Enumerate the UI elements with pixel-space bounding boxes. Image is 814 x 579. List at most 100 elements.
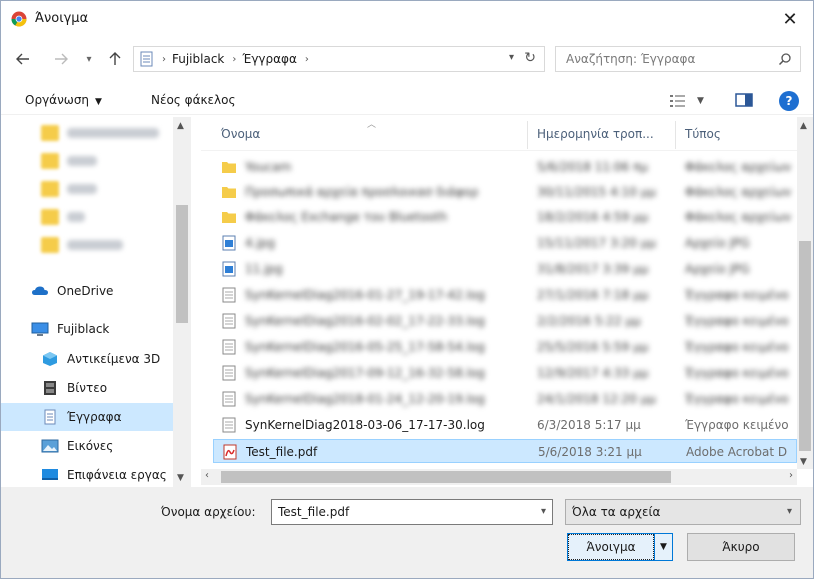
file-row-log[interactable]: SynKernelDiag2016-02-02_17-22-33.log 2/2… (213, 309, 797, 333)
preview-pane-icon[interactable] (735, 92, 753, 108)
folder-icon (222, 187, 236, 198)
chevron-right-icon[interactable]: › (789, 470, 793, 481)
search-placeholder: Αναζήτηση: Έγγραφα (566, 52, 696, 66)
file-list: ︿ Όνομα Ημερομηνία τροπ... Τύπος Youcam … (201, 117, 813, 487)
cancel-button[interactable]: Άκυρο (687, 533, 795, 561)
column-header-name[interactable]: Όνομα (221, 127, 260, 141)
sidebar-item-label: Αντικείμενα 3D (67, 352, 161, 366)
list-view-icon (670, 95, 685, 107)
file-date: 31/8/2017 3:39 μμ (537, 262, 649, 276)
file-type-value: Όλα τα αρχεία (572, 505, 661, 519)
file-row-log[interactable]: SynKernelDiag2018-01-24_12-20-19.log 24/… (213, 387, 797, 411)
file-list-horizontal-scrollbar[interactable]: ‹ › (201, 469, 797, 485)
help-button[interactable]: ? (779, 91, 799, 111)
column-divider[interactable] (527, 121, 528, 149)
open-split-button: Άνοιγμα ▼ (567, 533, 673, 561)
open-options-button[interactable]: ▼ (654, 534, 672, 560)
file-row-log[interactable]: SynKernelDiag2016-01-27_19-17-42.log 27/… (213, 283, 797, 307)
organize-button[interactable]: Οργάνωση ▼ (25, 93, 102, 107)
chevron-left-icon[interactable]: ‹ (205, 470, 209, 481)
folder-icon (41, 153, 59, 169)
sidebar-item-blurred-3[interactable] (1, 175, 173, 203)
chevron-down-icon[interactable]: ▼ (177, 473, 184, 483)
navigation-pane-scrollbar[interactable]: ▲ ▼ (173, 117, 191, 487)
chevron-up-icon[interactable]: ▲ (800, 121, 807, 131)
sidebar-item-blurred-2[interactable] (1, 147, 173, 175)
file-row-folder[interactable]: Youcam 5/6/2018 11:06 πμ Φάκελος αρχείων (213, 155, 797, 179)
arrow-right-icon (55, 53, 68, 65)
sidebar-item-onedrive[interactable]: OneDrive (1, 277, 173, 305)
sidebar-item-label: Εικόνες (67, 439, 114, 453)
chevron-up-icon[interactable]: ▲ (177, 121, 184, 131)
file-name: Test_file.pdf (246, 445, 318, 459)
file-row-image[interactable]: 11.jpg 31/8/2017 3:39 μμ Αρχείο JPG (213, 257, 797, 281)
file-row-folder[interactable]: Προσωπικά αρχεία προσλοικασ διάφορ 30/11… (213, 180, 797, 204)
scrollbar-thumb[interactable] (176, 205, 188, 323)
breadcrumb-documents[interactable]: Έγγραφα (242, 52, 297, 66)
close-button[interactable]: ✕ (767, 1, 813, 37)
navigation-bar: ▾ › Fujiblack › Έγγραφα › ▾ ↻ Αναζήτηση:… (1, 41, 813, 77)
image-file-icon (222, 261, 236, 277)
sidebar-item-documents[interactable]: Έγγραφα (1, 403, 173, 431)
file-date: 25/5/2016 5:59 μμ (537, 340, 649, 354)
sidebar-item-fujiblack[interactable]: Fujiblack (1, 315, 173, 343)
breadcrumb-fujiblack[interactable]: Fujiblack (172, 52, 224, 66)
text-file-icon (222, 287, 236, 303)
file-type-select[interactable]: Όλα τα αρχεία ▾ (565, 499, 801, 525)
column-divider[interactable] (675, 121, 676, 149)
file-type: Έγγραφο κειμένο (685, 288, 789, 302)
sidebar-item-blurred-1[interactable] (1, 119, 173, 147)
open-button[interactable]: Άνοιγμα (568, 534, 654, 560)
scrollbar-thumb[interactable] (799, 241, 811, 451)
file-name: SynKernelDiag2018-03-06_17-17-30.log (245, 418, 485, 432)
file-list-vertical-scrollbar[interactable]: ▲ ▼ (797, 117, 813, 469)
file-row-pdf-selected[interactable]: Test_file.pdf 5/6/2018 3:21 μμ Adobe Acr… (213, 439, 797, 463)
command-bar: Οργάνωση ▼ Νέος φάκελος ▼ ? (1, 85, 813, 115)
up-button[interactable] (105, 49, 125, 69)
forward-button[interactable] (51, 49, 71, 69)
sidebar-item-pictures[interactable]: Εικόνες (1, 432, 173, 460)
recent-locations-button[interactable]: ▾ (79, 49, 99, 69)
change-view-button[interactable]: ▼ (669, 92, 713, 110)
scrollbar-thumb[interactable] (221, 471, 671, 483)
chevron-down-icon[interactable]: ▼ (800, 457, 807, 467)
address-bar[interactable]: › Fujiblack › Έγγραφα › ▾ ↻ (133, 46, 545, 72)
file-name: SynKernelDiag2016-05-25_17-58-54.log (245, 340, 485, 354)
chevron-down-icon[interactable]: ▾ (541, 506, 546, 517)
file-row-log[interactable]: SynKernelDiag2016-05-25_17-58-54.log 25/… (213, 335, 797, 359)
file-name: SynKernelDiag2016-02-02_17-22-33.log (245, 314, 485, 328)
file-type: Φάκελος αρχείων (685, 185, 791, 199)
sidebar-item-videos[interactable]: Βίντεο (1, 374, 173, 402)
file-row-log[interactable]: SynKernelDiag2017-09-12_16-32-58.log 12/… (213, 361, 797, 385)
new-folder-button[interactable]: Νέος φάκελος (151, 93, 236, 107)
file-row-log[interactable]: SynKernelDiag2018-03-06_17-17-30.log 6/3… (213, 413, 797, 437)
arrow-up-icon (109, 52, 121, 65)
file-name: 4.jpg (245, 236, 276, 250)
sidebar-item-blurred-5[interactable] (1, 231, 173, 259)
file-row-folder[interactable]: Φάκελος Exchange του Bluetooth 18/2/2016… (213, 205, 797, 229)
sidebar-item-3d-objects[interactable]: Αντικείμενα 3D (1, 345, 173, 373)
computer-icon (31, 322, 49, 336)
documents-folder-icon (140, 51, 153, 67)
sidebar-item-blurred-4[interactable] (1, 203, 173, 231)
blurred-label (67, 156, 97, 166)
filename-value: Test_file.pdf (278, 505, 350, 519)
column-header-date[interactable]: Ημερομηνία τροπ... (537, 127, 654, 141)
back-button[interactable] (13, 49, 33, 69)
file-date: 18/2/2016 4:59 μμ (537, 210, 649, 224)
file-date: 2/2/2016 5:22 μμ (537, 314, 641, 328)
address-dropdown-icon[interactable]: ▾ (509, 52, 514, 63)
sidebar-item-desktop[interactable]: Επιφάνεια εργας (1, 461, 173, 489)
chevron-down-icon: ▼ (697, 96, 704, 106)
file-row-image[interactable]: 4.jpg 15/11/2017 3:20 μμ Αρχείο JPG (213, 231, 797, 255)
column-header-type[interactable]: Τύπος (685, 127, 721, 141)
search-input[interactable]: Αναζήτηση: Έγγραφα (555, 46, 801, 72)
refresh-icon[interactable]: ↻ (524, 50, 536, 66)
filename-input[interactable]: Test_file.pdf ▾ (271, 499, 553, 525)
organize-label: Οργάνωση (25, 93, 90, 107)
sidebar-item-label: Έγγραφα (67, 410, 122, 424)
file-type: Έγγραφο κειμένο (685, 392, 789, 406)
chevron-right-icon: › (304, 53, 309, 65)
text-file-icon (222, 365, 236, 381)
sidebar-item-label: Επιφάνεια εργας (67, 468, 167, 482)
